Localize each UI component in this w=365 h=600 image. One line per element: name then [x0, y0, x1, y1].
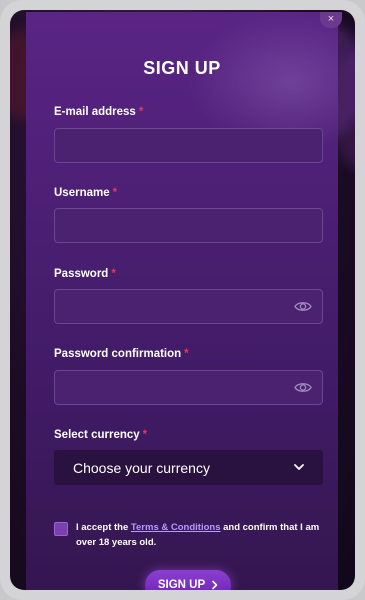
chevron-down-icon: [294, 464, 304, 470]
required-marker: *: [184, 348, 189, 360]
terms-prefix: I accept the: [76, 522, 129, 533]
currency-selected-value: Choose your currency: [73, 460, 210, 476]
terms-text: I accept the Terms & Conditions and conf…: [76, 520, 326, 550]
terms-link[interactable]: Terms & Conditions: [131, 522, 221, 533]
password-label: Password *: [54, 268, 116, 280]
chevron-right-icon: [212, 580, 218, 590]
password-field[interactable]: [54, 289, 323, 324]
close-icon: ×: [327, 13, 335, 25]
username-field[interactable]: [54, 208, 323, 243]
signup-button-label: SIGN UP: [157, 579, 206, 590]
password-confirmation-field[interactable]: [54, 370, 323, 405]
eye-icon[interactable]: [294, 300, 312, 313]
modal-title: SIGN UP: [143, 58, 221, 78]
signup-button[interactable]: SIGN UP: [145, 570, 231, 590]
eye-icon[interactable]: [294, 381, 312, 394]
password-label-text: Password: [54, 268, 109, 280]
email-label-text: E-mail address: [54, 106, 136, 118]
terms-checkbox[interactable]: [54, 522, 68, 536]
required-marker: *: [111, 268, 116, 280]
signup-modal: SIGN UP E-mail address * Username * Passwo…: [26, 12, 338, 590]
device-frame: SIGN UP E-mail address * Username * Passwo…: [0, 0, 365, 600]
currency-label-text: Select currency: [54, 429, 140, 441]
email-label: E-mail address *: [54, 106, 143, 118]
currency-label: Select currency *: [54, 429, 147, 441]
required-marker: *: [142, 429, 148, 441]
screen: SIGN UP E-mail address * Username * Passwo…: [10, 10, 355, 590]
currency-select[interactable]: Choose your currency: [54, 450, 323, 485]
password-confirmation-label-text: Password confirmation: [54, 348, 182, 360]
required-marker: *: [112, 187, 118, 199]
email-field[interactable]: [54, 128, 323, 163]
required-marker: *: [138, 106, 144, 118]
password-confirmation-label: Password confirmation *: [54, 348, 189, 360]
username-label-text: Username: [54, 187, 110, 199]
username-label: Username *: [54, 187, 117, 199]
